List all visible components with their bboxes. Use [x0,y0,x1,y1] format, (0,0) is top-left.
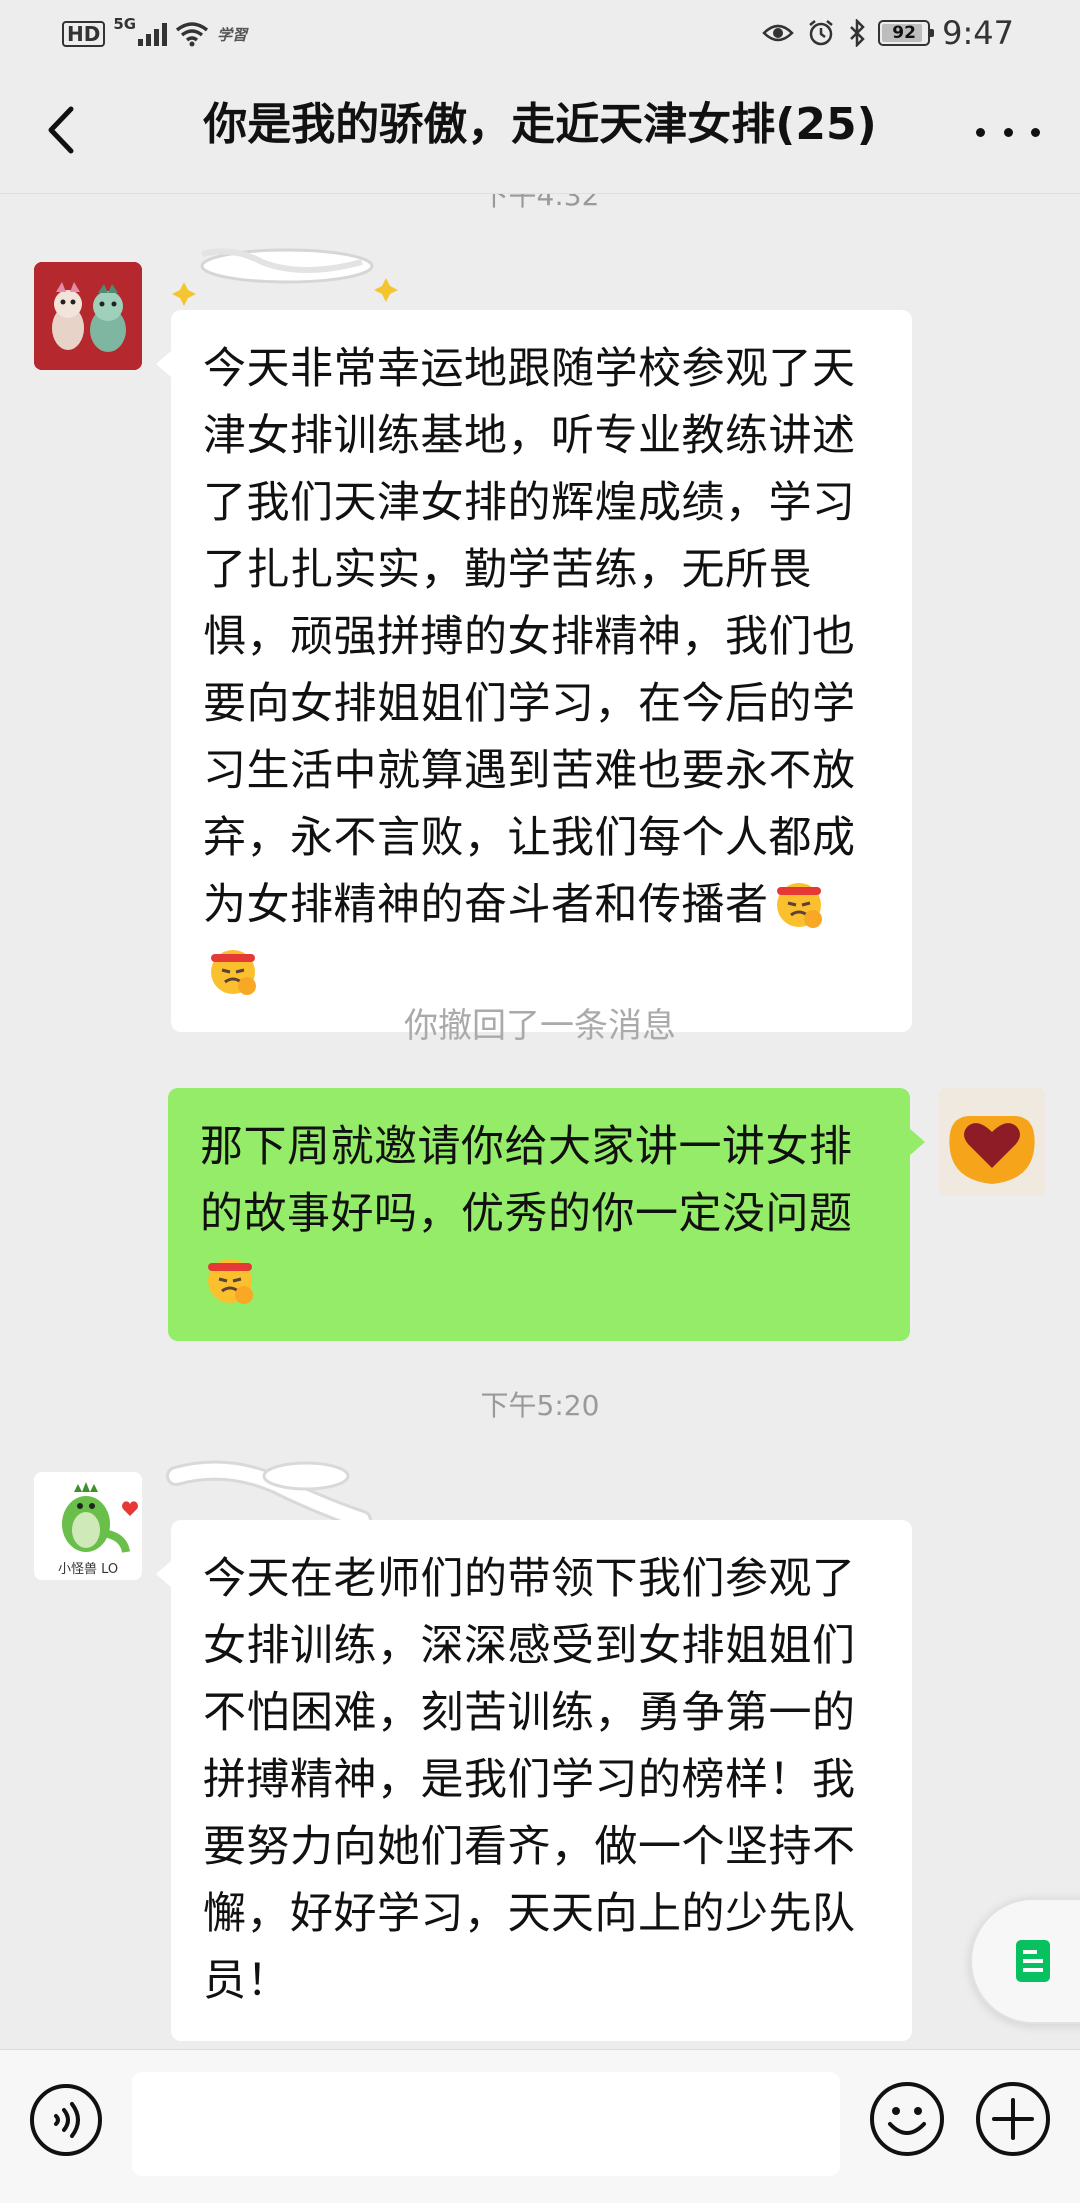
message-text: 今天非常幸运地跟随学校参观了天津女排训练基地，听专业教练讲述了我们天津女排的辉煌… [203,344,856,930]
clock: 9:47 [942,14,1014,52]
more-button[interactable] [976,112,1040,152]
chat-screen: HD 5G 学習 92 9:47 你是我的骄傲，走近天津女排(25) 下午4:3… [0,0,1080,2203]
message-input[interactable] [132,2072,840,2176]
message-bubble-self[interactable]: 那下周就邀请你给大家讲一讲女排的故事好吗，优秀的你一定没问题 [168,1088,925,1341]
fist-headband-emoji [202,1251,258,1307]
dinosaur-avatar-image [34,1472,142,1556]
message-text: 今天在老师们的带领下我们参观了女排训练，深深感受到女排姐姐们不怕困难，刻苦训练，… [203,1554,856,2006]
avatar-self[interactable] [938,1088,1046,1196]
message-bubble[interactable]: 今天在老师们的带领下我们参观了女排训练，深深感受到女排姐姐们不怕困难，刻苦训练，… [156,1520,912,2041]
chat-header: 你是我的骄傲，走近天津女排(25) [0,68,1080,194]
sender-name-obscured [172,248,398,306]
toy-avatar-image [34,262,142,370]
status-right: 92 9:47 [762,12,1014,54]
wifi-icon [176,22,209,47]
voice-icon[interactable] [28,2082,104,2158]
battery-level: 92 [892,23,916,43]
avatar[interactable] [34,262,142,370]
message-list[interactable]: 下午4:32 今天非常幸运地跟随学校参观了天津女排训练基地，听专业教练讲述了我们 [0,194,1080,2049]
fist-headband-emoji [205,942,261,998]
fist-headband-emoji [771,875,827,931]
avatar[interactable]: 小怪兽 LO [34,1472,142,1580]
alarm-icon [809,20,833,46]
message-text: 那下周就邀请你给大家讲一讲女排的故事好吗，优秀的你一定没问题 [200,1122,853,1239]
hd-badge: HD [62,21,106,47]
signal-icon [138,22,168,46]
chevron-left-icon [48,106,74,154]
recall-notice: 你撤回了一条消息 [404,1006,676,1046]
smiley-icon[interactable] [868,2080,946,2158]
chat-title: 你是我的骄傲，走近天津女排(25) [203,99,877,150]
status-bar: HD 5G 学習 92 9:47 [0,0,1080,68]
message-bubble[interactable]: 今天非常幸运地跟随学校参观了天津女排训练基地，听专业教练讲述了我们天津女排的辉煌… [156,310,912,1032]
timestamp: 下午5:20 [480,1389,600,1422]
network-label: 5G [113,15,137,33]
back-button[interactable] [28,98,92,162]
status-extra-label: 学習 [217,25,248,44]
battery-icon: 92 [878,20,935,46]
avatar-caption: 小怪兽 LO [58,1562,119,1577]
eye-icon [762,24,794,42]
bluetooth-icon [850,19,865,47]
timestamp: 下午4:32 [480,194,600,212]
plus-icon[interactable] [974,2080,1052,2158]
document-icon [1016,1940,1050,1982]
input-bar [0,2049,1080,2203]
more-dots-icon [976,127,985,137]
floating-doc-button[interactable] [970,1898,1080,2024]
heart-cake-image [938,1088,1046,1196]
status-left: HD 5G 学習 [62,14,247,54]
